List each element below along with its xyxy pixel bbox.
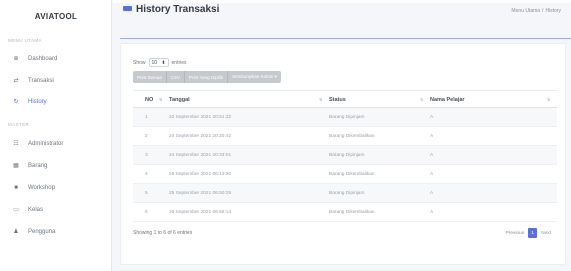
history-card: Show 10 ⬍ entries Print Semua CSV Print … <box>120 43 566 265</box>
cell-status: Barang Dikembalikan <box>329 172 375 177</box>
sidebar-item-barang[interactable]: ▦ Barang <box>10 160 106 172</box>
cell-tanggal: 25 September 2021 06:50:25 <box>169 191 232 196</box>
sidebar-item-label: Transaksi <box>28 78 54 84</box>
brand-logo-text: AVIATOOL <box>34 12 78 21</box>
cell-no: 5 <box>145 191 148 196</box>
sidebar-item-history[interactable]: ↻ History <box>10 96 106 108</box>
cell-status: Barang Dipinjam <box>329 115 365 120</box>
table-header: NO ⇅ Tanggal ⇅ Status ⇅ Nama Pelajar ⇅ <box>133 90 557 108</box>
page-length-value: 10 <box>151 59 158 66</box>
dashboard-icon: ⊕ <box>13 56 19 62</box>
header-divider <box>120 38 571 39</box>
sidebar-item-label: Workshop <box>28 185 55 191</box>
sidebar-item-label: Dashboard <box>28 56 58 62</box>
table-row[interactable]: 3 24 September 2021 20:33:01 Barang Dipi… <box>133 146 557 165</box>
master-section-header: MASTER <box>8 122 30 127</box>
cell-status: Barang Dipinjam <box>329 191 365 196</box>
transfer-icon: ⇄ <box>13 78 19 84</box>
chalkboard-icon: ▭ <box>13 207 19 213</box>
sidebar: AVIATOOL MENU UTAMA ⊕ Dashboard ⇄ Transa… <box>0 0 112 271</box>
cell-status: Barang Dikembalikan <box>329 134 375 139</box>
user-icon: ♟ <box>13 229 19 235</box>
column-header-nama-pelajar[interactable]: Nama Pelajar <box>430 91 465 109</box>
print-selected-button[interactable]: Print Yang Dipilih <box>185 71 229 83</box>
users-icon: ☷ <box>13 141 19 147</box>
sidebar-item-workshop[interactable]: ■ Workshop <box>10 182 106 194</box>
sidebar-item-transaksi[interactable]: ⇄ Transaksi <box>10 75 106 87</box>
table-row[interactable]: 6 25 September 2021 06:56:14 Barang Dike… <box>133 203 557 222</box>
sidebar-item-pengguna[interactable]: ♟ Pengguna <box>10 226 106 238</box>
breadcrumb-item-menu-utama[interactable]: Menu Utama <box>511 8 540 14</box>
column-header-no[interactable]: NO <box>145 91 153 109</box>
page-title: History Transaksi <box>136 4 220 15</box>
table-info: Showing 1 to 6 of 6 entries <box>133 230 193 236</box>
sort-icon[interactable]: ⇅ <box>319 97 322 102</box>
table-row[interactable]: 5 25 September 2021 06:50:25 Barang Dipi… <box>133 184 557 203</box>
print-all-button[interactable]: Print Semua <box>133 71 167 83</box>
sidebar-item-label: Kelas <box>28 207 44 213</box>
column-visibility-button[interactable]: Sembunyikan Kolom ▾ <box>228 71 281 83</box>
export-button-group: Print Semua CSV Print Yang Dipilih Sembu… <box>133 71 281 83</box>
sidebar-item-label: Barang <box>28 163 48 169</box>
show-label: Show <box>133 59 146 66</box>
cell-tanggal: 24 September 2021 20:33:01 <box>169 153 232 158</box>
sort-icon[interactable]: ⇅ <box>420 97 423 102</box>
cell-nama-pelajar: A <box>430 191 434 196</box>
history-icon: ↻ <box>13 99 19 105</box>
cell-nama-pelajar: A <box>430 134 434 139</box>
cell-no: 3 <box>145 153 148 158</box>
cell-no: 2 <box>145 134 148 139</box>
cell-nama-pelajar: A <box>430 115 434 120</box>
chevron-down-icon: ⬍ <box>161 59 166 66</box>
cell-nama-pelajar: A <box>430 210 434 215</box>
building-icon: ■ <box>14 185 18 191</box>
cell-status: Barang Dikembalikan <box>329 210 375 215</box>
cell-no: 1 <box>145 115 148 120</box>
breadcrumb-separator: / <box>542 8 544 14</box>
breadcrumb: Menu Utama / History <box>511 8 561 14</box>
cell-nama-pelajar: A <box>430 172 434 177</box>
sidebar-item-administrator[interactable]: ☷ Administrator <box>10 138 106 150</box>
sidebar-item-label: Pengguna <box>28 229 56 235</box>
table-row[interactable]: 1 22 September 2021 20:51:32 Barang Dipi… <box>133 108 557 127</box>
sort-icon[interactable]: ⇅ <box>159 97 162 102</box>
page-length-control: Show 10 ⬍ entries <box>133 58 187 67</box>
csv-button[interactable]: CSV <box>166 71 186 83</box>
sidebar-item-dashboard[interactable]: ⊕ Dashboard <box>10 53 106 65</box>
topbar <box>113 0 571 3</box>
column-header-status[interactable]: Status <box>329 91 346 109</box>
pagination: Previous 1 Next <box>501 228 555 238</box>
sidebar-item-label: Administrator <box>28 141 64 147</box>
next-page-button[interactable]: Next <box>537 231 555 236</box>
entries-label: entries <box>171 59 187 66</box>
breadcrumb-item-history: History <box>545 8 561 14</box>
menu-section-header: MENU UTAMA <box>8 38 42 43</box>
table-row[interactable]: 4 25 September 2021 06:13:30 Barang Dike… <box>133 165 557 184</box>
sidebar-item-label: History <box>28 99 47 105</box>
boxes-icon: ▦ <box>13 163 19 169</box>
cell-no: 6 <box>145 210 148 215</box>
sidebar-item-kelas[interactable]: ▭ Kelas <box>10 204 106 216</box>
table-row[interactable]: 2 24 September 2021 20:20:42 Barang Dike… <box>133 127 557 146</box>
column-header-tanggal[interactable]: Tanggal <box>169 91 190 109</box>
cell-tanggal: 22 September 2021 20:51:32 <box>169 115 232 120</box>
page-1-button[interactable]: 1 <box>528 228 538 238</box>
sort-icon[interactable]: ⇅ <box>547 97 550 102</box>
title-accent-bar <box>123 6 132 11</box>
history-table: NO ⇅ Tanggal ⇅ Status ⇅ Nama Pelajar ⇅ 1… <box>133 90 557 222</box>
cell-tanggal: 25 September 2021 06:13:30 <box>169 172 232 177</box>
cell-tanggal: 24 September 2021 20:20:42 <box>169 134 232 139</box>
page-length-select[interactable]: 10 ⬍ <box>148 58 169 67</box>
cell-nama-pelajar: A <box>430 153 434 158</box>
cell-status: Barang Dipinjam <box>329 153 365 158</box>
previous-page-button[interactable]: Previous <box>501 231 528 236</box>
cell-tanggal: 25 September 2021 06:56:14 <box>169 210 232 215</box>
cell-no: 4 <box>145 172 148 177</box>
